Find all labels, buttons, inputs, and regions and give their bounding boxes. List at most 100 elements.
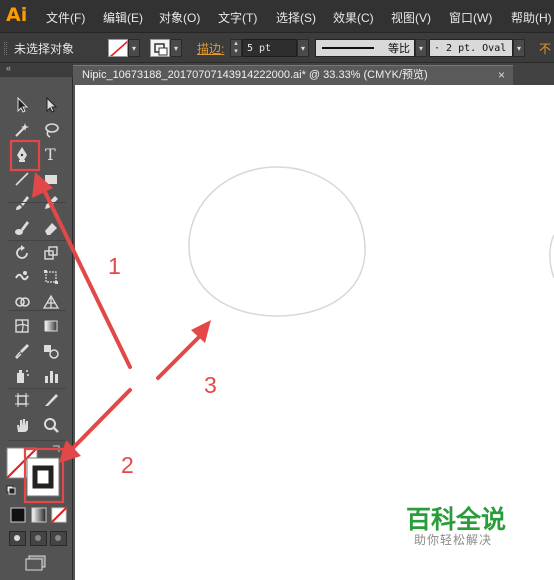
svg-text:T: T — [45, 145, 56, 163]
menu-help[interactable]: 帮助(H) — [511, 9, 552, 26]
selection-tool[interactable] — [11, 94, 33, 116]
zoom-tool[interactable] — [40, 414, 62, 436]
gradient-mode-icon[interactable] — [31, 507, 47, 523]
pencil-tool[interactable] — [40, 192, 62, 214]
tools-panel-header: « — [0, 63, 73, 77]
document-tab[interactable]: Nipic_10673188_20170707143914222000.ai* … — [73, 65, 513, 85]
paintbrush-tool[interactable] — [11, 192, 33, 214]
eraser-icon — [45, 223, 57, 235]
eraser-tool[interactable] — [40, 217, 62, 239]
artboard-tool[interactable] — [11, 389, 33, 411]
rectangle-icon — [45, 174, 57, 184]
artboard-icon — [15, 393, 29, 408]
selection-status: 未选择对象 — [14, 41, 75, 56]
fill-none-swatch[interactable] — [108, 39, 128, 57]
line-segment-tool[interactable] — [11, 168, 33, 190]
annotation-3: 3 — [204, 372, 217, 398]
eyedropper-tool[interactable] — [11, 340, 33, 362]
stroke-label[interactable]: 描边: — [197, 40, 224, 57]
free-transform-icon — [44, 270, 58, 285]
free-transform-tool[interactable] — [40, 266, 62, 288]
rotate-tool[interactable] — [11, 242, 33, 264]
menu-window[interactable]: 窗口(W) — [449, 9, 492, 26]
blob-brush-icon — [15, 221, 29, 235]
close-tab-icon[interactable]: × — [498, 66, 505, 84]
stroke-swatch-control[interactable]: ▾ — [150, 33, 182, 63]
scale-icon — [44, 245, 58, 260]
stroke-weight-field[interactable]: 5 pt — [242, 39, 297, 57]
blend-tool[interactable] — [40, 340, 62, 362]
column-graph-icon — [45, 370, 58, 383]
eyedropper-icon — [15, 344, 29, 359]
hand-tool[interactable] — [11, 414, 33, 436]
type-icon: T — [45, 145, 56, 163]
none-mode-icon[interactable] — [51, 507, 67, 523]
line-segment-icon — [15, 172, 29, 186]
stroke-profile-control[interactable]: 等比 ▾ — [315, 33, 427, 63]
menu-select[interactable]: 选择(S) — [276, 9, 316, 26]
opacity-label-truncated[interactable]: 不 — [539, 33, 551, 63]
fill-dropdown-icon[interactable]: ▾ — [128, 39, 140, 57]
app-logo: Ai — [6, 4, 28, 26]
menu-edit[interactable]: 编辑(E) — [103, 9, 143, 26]
draw-inside-icon[interactable] — [50, 531, 67, 546]
scale-tool[interactable] — [40, 242, 62, 264]
brush-field[interactable]: · 2 pt. Oval — [429, 39, 513, 57]
rotate-icon — [16, 244, 28, 259]
magic-wand-icon — [15, 122, 29, 137]
rectangle-tool[interactable] — [40, 168, 62, 190]
tool-group-divider — [8, 240, 66, 241]
type-tool[interactable]: T — [40, 143, 62, 165]
stroke-dropdown-icon[interactable]: ▾ — [170, 39, 182, 57]
mesh-tool[interactable] — [11, 315, 33, 337]
tool-group-divider — [8, 202, 66, 203]
tool-group-divider — [8, 388, 66, 389]
brush-name: 2 pt. Oval — [446, 42, 507, 54]
gradient-icon — [44, 320, 58, 332]
blob-brush-tool[interactable] — [11, 217, 33, 239]
blend-icon — [44, 345, 59, 359]
menu-view[interactable]: 视图(V) — [391, 9, 431, 26]
hand-icon — [17, 418, 28, 432]
stroke-swatch[interactable] — [150, 39, 170, 57]
uniform-line-icon — [322, 47, 374, 49]
stroke-weight-dropdown-icon[interactable]: ▾ — [297, 39, 309, 57]
stroke-profile-field[interactable]: 等比 — [315, 39, 415, 57]
slice-tool[interactable] — [40, 389, 62, 411]
magic-wand-tool[interactable] — [11, 119, 33, 141]
symbol-sprayer-tool[interactable] — [11, 365, 33, 387]
control-bar: 未选择对象 ▾ ▾ 描边: ▴ ▾ 5 pt ▾ 等比 ▾ · 2 pt. Ova… — [0, 33, 554, 63]
pencil-icon — [45, 196, 58, 210]
menu-object[interactable]: 对象(O) — [159, 9, 200, 26]
grip-handle[interactable] — [4, 42, 7, 55]
stroke-weight-control[interactable]: ▴ ▾ 5 pt ▾ — [230, 33, 309, 63]
stepper-icon[interactable]: ▴ ▾ — [230, 39, 242, 57]
fill-swatch-control[interactable]: ▾ — [108, 33, 140, 63]
lasso-tool[interactable] — [40, 119, 62, 141]
tool-group-divider — [8, 310, 66, 311]
screen-mode-icon[interactable] — [24, 554, 48, 572]
gradient-tool[interactable] — [40, 315, 62, 337]
stroke-profile-dropdown-icon[interactable]: ▾ — [415, 39, 427, 57]
zoom-icon — [44, 417, 59, 433]
pen-tool[interactable] — [11, 143, 33, 165]
warp-icon — [15, 271, 29, 281]
color-mode-icon[interactable] — [10, 507, 26, 523]
menu-file[interactable]: 文件(F) — [46, 9, 85, 26]
collapse-icon[interactable]: « — [6, 63, 11, 73]
perspective-grid-icon — [42, 294, 60, 309]
menu-effect[interactable]: 效果(C) — [333, 9, 374, 26]
warp-tool[interactable] — [11, 266, 33, 288]
menu-type[interactable]: 文字(T) — [218, 9, 257, 26]
draw-behind-icon[interactable] — [30, 531, 47, 546]
brush-control[interactable]: · 2 pt. Oval ▾ — [429, 33, 525, 63]
brush-dropdown-icon[interactable]: ▾ — [513, 39, 525, 57]
annotation-1: 1 — [108, 253, 121, 279]
document-tab-strip: Nipic_10673188_20170707143914222000.ai* … — [73, 63, 554, 85]
draw-normal-icon[interactable] — [9, 531, 26, 546]
slice-icon — [45, 394, 58, 407]
annotation-2: 2 — [121, 452, 134, 478]
fill-stroke-swatches[interactable] — [5, 444, 65, 506]
column-graph-tool[interactable] — [40, 365, 62, 387]
direct-selection-tool[interactable] — [40, 94, 62, 116]
